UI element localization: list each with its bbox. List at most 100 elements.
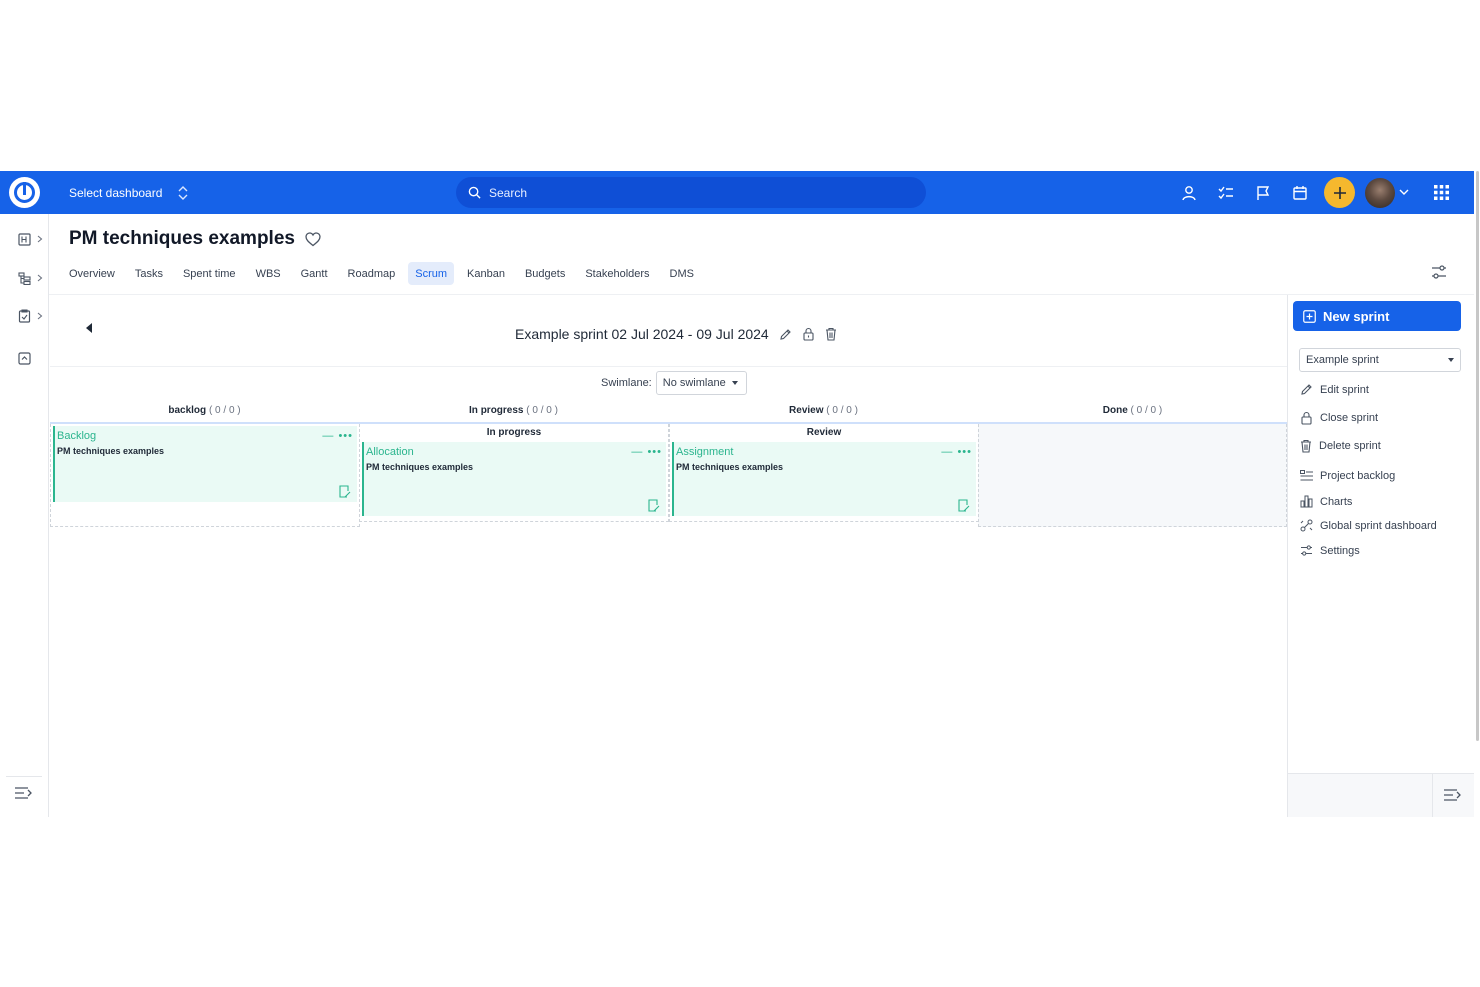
task-list-icon[interactable] <box>1207 177 1244 208</box>
task-card-allocation[interactable]: Allocation — ••• PM techniques examples <box>362 442 666 516</box>
rail-item-collapse-box[interactable] <box>18 348 46 368</box>
rail-divider <box>6 776 42 777</box>
dashboard-selector[interactable]: Select dashboard <box>69 185 188 201</box>
page-title: PM techniques examples <box>69 228 321 250</box>
tab-wbs[interactable]: WBS <box>249 262 288 285</box>
global-sprint-dashboard-label: Global sprint dashboard <box>1320 519 1437 532</box>
delete-sprint-link[interactable]: Delete sprint <box>1300 439 1381 453</box>
sidebar-collapse-button[interactable] <box>1443 788 1463 807</box>
rail-collapse-button[interactable] <box>14 786 34 805</box>
apps-grid-icon[interactable] <box>1423 177 1460 208</box>
plus-square-icon <box>1303 309 1316 323</box>
lane-in-progress[interactable]: In progress Allocation — ••• PM techniqu… <box>359 424 669 522</box>
caret-down-icon <box>731 381 738 385</box>
pencil-icon[interactable] <box>779 328 792 341</box>
new-sprint-button[interactable]: New sprint <box>1293 301 1461 331</box>
tab-budgets[interactable]: Budgets <box>518 262 572 285</box>
settings-link[interactable]: Settings <box>1300 544 1360 557</box>
card-project: PM techniques examples <box>57 446 165 456</box>
note-edit-icon[interactable] <box>648 499 660 512</box>
caret-down-icon <box>1448 358 1454 362</box>
lane-backlog[interactable]: Backlog — ••• PM techniques examples <box>50 424 360 527</box>
column-count: ( 0 / 0 ) <box>826 405 858 416</box>
add-button[interactable] <box>1324 177 1355 208</box>
bar-chart-icon <box>1300 495 1313 508</box>
card-menu-icon[interactable]: — ••• <box>941 446 972 458</box>
note-edit-icon[interactable] <box>958 499 970 512</box>
lock-icon[interactable] <box>802 327 815 341</box>
previous-sprint-arrow-icon[interactable] <box>86 323 92 333</box>
card-title[interactable]: Assignment <box>676 446 733 458</box>
lane-review[interactable]: Review Assignment — ••• PM techniques ex… <box>669 424 979 522</box>
swimlane-label: Swimlane: <box>601 377 652 389</box>
edit-sprint-link[interactable]: Edit sprint <box>1300 383 1369 396</box>
note-edit-icon[interactable] <box>339 485 351 498</box>
tab-roadmap[interactable]: Roadmap <box>341 262 403 285</box>
card-menu-icon[interactable]: — ••• <box>322 430 353 442</box>
card-title[interactable]: Allocation <box>366 446 414 458</box>
app-logo[interactable] <box>9 177 40 208</box>
tab-kanban[interactable]: Kanban <box>460 262 512 285</box>
project-backlog-link[interactable]: Project backlog <box>1300 470 1395 482</box>
plus-icon <box>1333 186 1346 199</box>
trash-icon[interactable] <box>825 327 837 341</box>
column-header-backlog: backlog ( 0 / 0 ) <box>50 405 359 416</box>
column-name: backlog <box>168 405 207 416</box>
swimlane-value: No swimlane <box>662 377 726 389</box>
sprint-select[interactable]: Example sprint <box>1299 348 1461 372</box>
tab-overview[interactable]: Overview <box>62 262 122 285</box>
charts-label: Charts <box>1320 495 1353 508</box>
search-input[interactable] <box>489 185 889 200</box>
card-menu-icon[interactable]: — ••• <box>631 446 662 458</box>
page-settings-button[interactable] <box>1431 264 1447 285</box>
hierarchy-icon <box>18 271 31 285</box>
chevron-down-icon[interactable] <box>1395 189 1413 196</box>
tab-stakeholders[interactable]: Stakeholders <box>578 262 656 285</box>
calendar-icon[interactable] <box>1281 177 1318 208</box>
settings-label: Settings <box>1320 544 1360 557</box>
tab-gantt[interactable]: Gantt <box>294 262 335 285</box>
global-sprint-dashboard-link[interactable]: Global sprint dashboard <box>1300 519 1437 532</box>
close-sprint-link[interactable]: Close sprint <box>1300 411 1378 425</box>
task-card-assignment[interactable]: Assignment — ••• PM techniques examples <box>672 442 976 516</box>
search-icon <box>468 186 481 199</box>
collapse-box-icon <box>18 351 31 365</box>
card-title[interactable]: Backlog <box>57 430 96 442</box>
flag-icon[interactable] <box>1244 177 1281 208</box>
top-icons <box>1170 177 1460 208</box>
avatar[interactable] <box>1365 177 1395 208</box>
lock-icon <box>1301 411 1312 425</box>
user-icon[interactable] <box>1170 177 1207 208</box>
swimlane-select[interactable]: No swimlane <box>655 371 747 395</box>
rail-item-tasks[interactable] <box>18 306 46 326</box>
project-backlog-label: Project backlog <box>1320 470 1396 482</box>
chevron-right-icon <box>37 312 43 320</box>
pencil-icon <box>1301 384 1312 395</box>
charts-link[interactable]: Charts <box>1300 495 1352 508</box>
tab-dms[interactable]: DMS <box>663 262 701 285</box>
dashboard-icon <box>1300 519 1313 532</box>
card-project: PM techniques examples <box>676 462 784 472</box>
close-sprint-label: Close sprint <box>1320 412 1379 424</box>
task-card-backlog[interactable]: Backlog — ••• PM techniques examples <box>53 426 357 502</box>
column-name: Review <box>789 405 824 416</box>
column-name: Done <box>1102 405 1128 416</box>
tab-scrum[interactable]: Scrum <box>408 262 455 285</box>
tab-tasks[interactable]: Tasks <box>128 262 170 285</box>
lane-done[interactable] <box>978 424 1287 527</box>
column-count: ( 0 / 0 ) <box>208 405 241 416</box>
rail-item-projects[interactable] <box>18 268 46 288</box>
search-bar[interactable] <box>456 177 926 208</box>
sprint-divider <box>50 366 1287 367</box>
heart-icon[interactable] <box>305 231 321 247</box>
lane-title: Review <box>806 427 842 438</box>
rail-item-dashboards[interactable] <box>18 229 46 249</box>
page-scrollbar[interactable] <box>1474 171 1480 745</box>
collapse-menu-icon <box>1444 789 1461 801</box>
sprint-sidebar: New sprint Example sprint Edit sprint Cl… <box>1287 295 1474 817</box>
sprint-select-value: Example sprint <box>1306 354 1379 366</box>
sidebar-footer-divider <box>1432 774 1433 817</box>
scrum-board: Example sprint 02 Jul 2024 - 09 Jul 2024… <box>50 295 1287 817</box>
tab-spent-time[interactable]: Spent time <box>176 262 243 285</box>
sliders-icon <box>1301 545 1312 556</box>
